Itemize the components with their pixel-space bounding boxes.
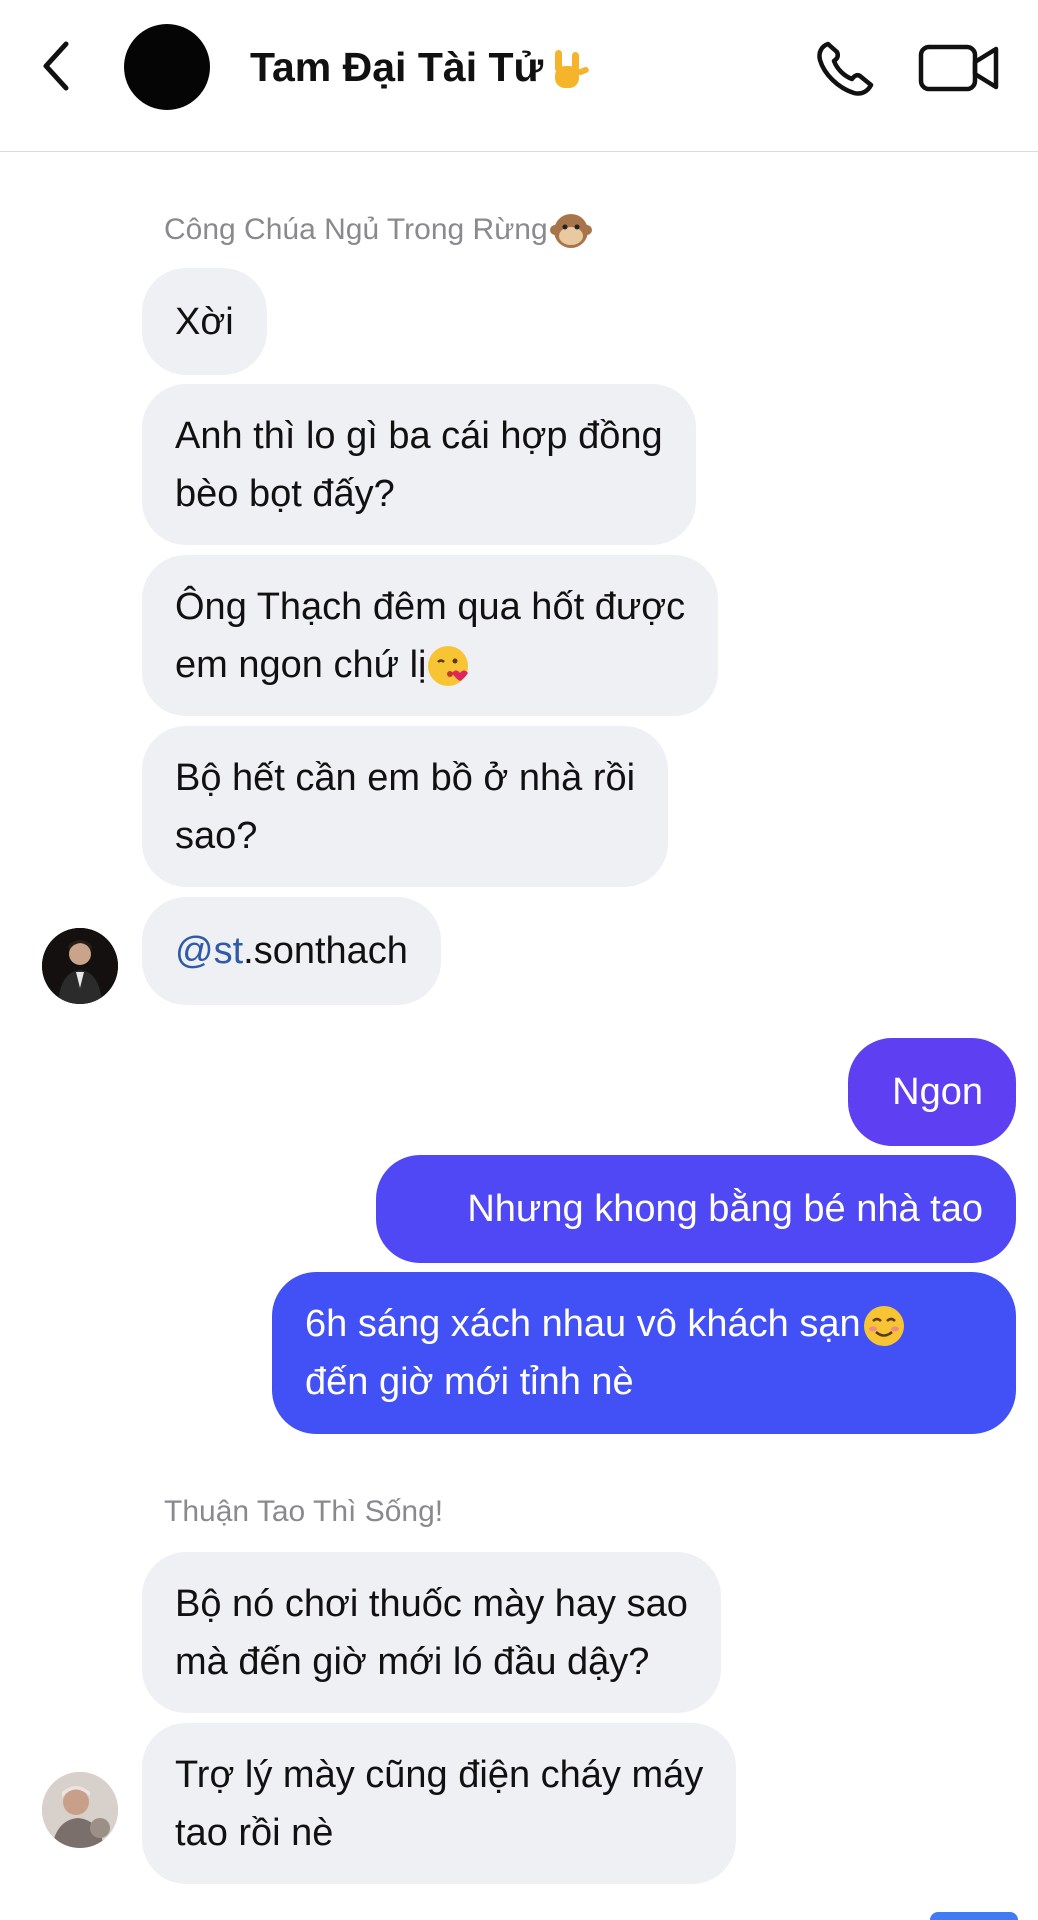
message-bubble[interactable]: Trợ lý mày cũng điện cháy máy tao rồi nè xyxy=(142,1723,737,1884)
outgoing-message-bubble[interactable]: 6h sáng xách nhau vô khách sạn đến giờ m… xyxy=(272,1272,1016,1434)
message-bubble[interactable]: Ông Thạch đêm qua hốt được em ngon chứ l… xyxy=(142,555,719,716)
video-call-button[interactable] xyxy=(918,40,1000,96)
message-line: em ngon chứ lị xyxy=(175,636,472,694)
message-line: 6h sáng xách nhau vô khách sạn xyxy=(305,1295,907,1353)
video-camera-icon xyxy=(918,44,999,92)
sender-avatar[interactable] xyxy=(42,928,118,1004)
sender-name: Thuận Tao Thì Sống! xyxy=(164,1495,444,1528)
sender-name: Công Chúa Ngủ Trong Rừng xyxy=(164,210,592,252)
person-photo-icon xyxy=(42,928,118,1004)
voice-call-button[interactable] xyxy=(814,38,878,98)
outgoing-message-bubble[interactable]: Nhưng khong bằng bé nhà tao xyxy=(376,1155,1016,1263)
message-bubble[interactable]: Bộ nó chơi thuốc mày hay sao mà đến giờ … xyxy=(142,1552,721,1713)
rock-on-hand-icon xyxy=(555,50,590,89)
message-bubble[interactable]: Xời xyxy=(142,268,267,375)
monkey-face-icon xyxy=(549,214,592,248)
message-bubble[interactable]: Bộ hết cần em bồ ở nhà rồi sao? xyxy=(142,726,669,887)
outgoing-message-bubble-partial xyxy=(930,1912,1018,1920)
chevron-left-icon xyxy=(43,41,69,91)
chat-title[interactable]: Tam Đại Tài Tử xyxy=(250,44,591,94)
message-bubble[interactable]: @st .sonthach xyxy=(142,897,441,1005)
group-avatar[interactable] xyxy=(124,24,210,110)
user-mention[interactable]: @st xyxy=(175,922,243,980)
face-blowing-kiss-icon xyxy=(428,646,469,687)
phone-icon xyxy=(817,41,874,96)
sender-avatar[interactable] xyxy=(42,1772,118,1848)
outgoing-message-bubble[interactable]: Ngon xyxy=(848,1038,1016,1146)
message-bubble[interactable]: Anh thì lo gì ba cái hợp đồng bèo bọt đấ… xyxy=(142,384,696,545)
chat-header: Tam Đại Tài Tử xyxy=(0,0,1038,152)
person-photo-icon xyxy=(42,1772,118,1848)
smiling-face-icon xyxy=(863,1305,904,1346)
back-button[interactable] xyxy=(36,38,80,94)
